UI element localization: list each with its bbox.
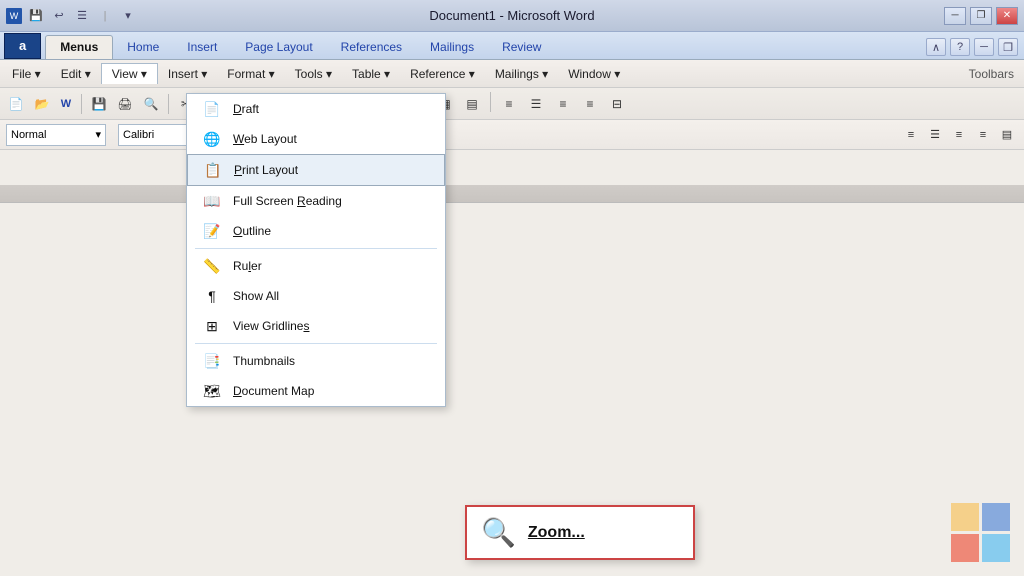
zoom-popup[interactable]: 🔍 Zoom... bbox=[465, 505, 695, 560]
window-title: Document1 - Microsoft Word bbox=[429, 8, 594, 23]
view-menu-web-layout[interactable]: 🌐 Web Layout bbox=[187, 124, 445, 154]
word-icon-toolbar: W bbox=[56, 92, 76, 116]
justify-btn[interactable]: ≡ bbox=[578, 92, 602, 116]
save-btn[interactable]: 💾 bbox=[87, 92, 111, 116]
outline-icon: 📝 bbox=[201, 222, 223, 240]
new-btn[interactable]: 📄 bbox=[4, 92, 28, 116]
document-map-icon: 🗺 bbox=[201, 382, 223, 400]
restore-button[interactable]: ❐ bbox=[970, 7, 992, 25]
view-menu-document-map[interactable]: 🗺 Document Map bbox=[187, 376, 445, 406]
window-controls: ─ ❐ ✕ bbox=[944, 7, 1018, 25]
ruler-icon: 📏 bbox=[201, 257, 223, 275]
menu-edit[interactable]: Edit ▾ bbox=[51, 63, 101, 85]
bullets-quick-btn[interactable]: ☰ bbox=[72, 7, 92, 25]
classic-menu-bar: File ▾ Edit ▾ View ▾ Insert ▾ Format ▾ T… bbox=[0, 60, 1024, 88]
ribbon-tabs: a Menus Home Insert Page Layout Referenc… bbox=[0, 32, 1024, 60]
thumbnails-icon: 📑 bbox=[201, 352, 223, 370]
ribbon-tab-home[interactable]: Home bbox=[113, 36, 173, 59]
ribbon-tab-review[interactable]: Review bbox=[488, 36, 555, 59]
align-right-format[interactable]: ≡ bbox=[948, 124, 970, 146]
special-format[interactable]: ▤ bbox=[996, 124, 1018, 146]
sep5 bbox=[490, 92, 491, 112]
undo-quick-btn[interactable]: ↩ bbox=[49, 7, 69, 25]
view-menu-full-screen[interactable]: 📖 Full Screen Reading bbox=[187, 186, 445, 216]
menu-sep-1 bbox=[195, 248, 437, 249]
ruler bbox=[0, 185, 1024, 203]
preview-btn[interactable]: 🔍 bbox=[139, 92, 163, 116]
ribbon-tab-page-layout[interactable]: Page Layout bbox=[231, 36, 326, 59]
full-screen-icon: 📖 bbox=[201, 192, 223, 210]
justify-format[interactable]: ≡ bbox=[972, 124, 994, 146]
menu-format[interactable]: Format ▾ bbox=[217, 63, 284, 85]
align-center-format[interactable]: ☰ bbox=[924, 124, 946, 146]
ribbon-tab-mailings[interactable]: Mailings bbox=[416, 36, 488, 59]
view-menu-ruler[interactable]: 📏 Ruler bbox=[187, 251, 445, 281]
close-button[interactable]: ✕ bbox=[996, 7, 1018, 25]
restore-ribbon-btn[interactable]: ❐ bbox=[998, 38, 1018, 56]
expand-ribbon-btn[interactable]: ∧ bbox=[926, 38, 946, 56]
help-btn[interactable]: ? bbox=[950, 38, 970, 56]
menu-mailings[interactable]: Mailings ▾ bbox=[485, 63, 558, 85]
menu-window[interactable]: Window ▾ bbox=[558, 63, 630, 85]
swatch-yellow bbox=[951, 503, 979, 531]
web-layout-icon: 🌐 bbox=[201, 130, 223, 148]
title-bar-left: W 💾 ↩ ☰ | ▾ bbox=[6, 7, 138, 25]
ribbon-tab-menus[interactable]: Menus bbox=[45, 35, 113, 59]
align-right-btn[interactable]: ≡ bbox=[551, 92, 575, 116]
view-menu-show-all[interactable]: ¶ Show All bbox=[187, 281, 445, 311]
ribbon-tab-special[interactable]: a bbox=[4, 33, 41, 59]
style-dropdown[interactable]: Normal ▾ bbox=[6, 124, 106, 146]
separator-quick: | bbox=[95, 7, 115, 25]
customizer-quick-btn[interactable]: ▾ bbox=[118, 7, 138, 25]
menu-reference[interactable]: Reference ▾ bbox=[400, 63, 485, 85]
swatch-lightblue bbox=[982, 534, 1010, 562]
menu-view[interactable]: View ▾ bbox=[101, 63, 158, 84]
toolbar-area: 📄 📂 W 💾 🖨 🔍 ✂ 📋 📎 ↩ ↩ ↪ 🌐 🔗 ⊞ ▦ ▤ ≡ ☰ ≡ … bbox=[0, 88, 1024, 120]
view-menu-outline[interactable]: 📝 Outline bbox=[187, 216, 445, 246]
format-bar: Normal ▾ Calibri ▾ | x₂ x² A A Aa▾ A▾ ⬛▾… bbox=[0, 120, 1024, 150]
align-left-format[interactable]: ≡ bbox=[900, 124, 922, 146]
align-center-btn[interactable]: ☰ bbox=[524, 92, 548, 116]
minimize-button[interactable]: ─ bbox=[944, 7, 966, 25]
sep2 bbox=[168, 94, 169, 114]
indent-btn[interactable]: ⊟ bbox=[605, 92, 629, 116]
paragraph-align-toolbar: ≡ ☰ ≡ ≡ ▤ bbox=[900, 124, 1018, 146]
minimize-ribbon-btn[interactable]: ─ bbox=[974, 38, 994, 56]
color-swatches bbox=[951, 503, 1010, 562]
zoom-label: Zoom... bbox=[528, 524, 585, 542]
word-icon: W bbox=[6, 8, 22, 24]
view-menu-print-layout[interactable]: 📋 Print Layout bbox=[187, 154, 445, 186]
ribbon-tab-references[interactable]: References bbox=[327, 36, 416, 59]
gridlines-icon: ⊞ bbox=[201, 317, 223, 335]
ribbon-tab-insert[interactable]: Insert bbox=[173, 36, 231, 59]
sep1 bbox=[81, 94, 82, 114]
title-bar: W 💾 ↩ ☰ | ▾ Document1 - Microsoft Word ─… bbox=[0, 0, 1024, 32]
view-menu-draft[interactable]: 📄 Draft bbox=[187, 94, 445, 124]
view-dropdown-menu: 📄 Draft 🌐 Web Layout 📋 Print Layout 📖 Fu… bbox=[186, 93, 446, 407]
menu-tools[interactable]: Tools ▾ bbox=[285, 63, 342, 85]
ribbon-right-buttons: ∧ ? ─ ❐ bbox=[926, 38, 1024, 59]
open-btn[interactable]: 📂 bbox=[30, 92, 54, 116]
zoom-icon: 🔍 bbox=[481, 516, 516, 549]
view-menu-thumbnails[interactable]: 📑 Thumbnails bbox=[187, 346, 445, 376]
quick-access-toolbar: 💾 ↩ ☰ | ▾ bbox=[26, 7, 138, 25]
print-layout-icon: 📋 bbox=[202, 161, 224, 179]
menu-insert[interactable]: Insert ▾ bbox=[158, 63, 217, 85]
toolbars-label: Toolbars bbox=[969, 67, 1024, 81]
save-quick-btn[interactable]: 💾 bbox=[26, 7, 46, 25]
menu-file[interactable]: File ▾ bbox=[2, 63, 51, 85]
show-all-icon: ¶ bbox=[201, 287, 223, 305]
view-menu-gridlines[interactable]: ⊞ View Gridlines bbox=[187, 311, 445, 341]
table3-btn[interactable]: ▤ bbox=[460, 92, 484, 116]
print-btn[interactable]: 🖨 bbox=[113, 92, 137, 116]
swatch-blue bbox=[982, 503, 1010, 531]
menu-sep-2 bbox=[195, 343, 437, 344]
align-left-btn[interactable]: ≡ bbox=[497, 92, 521, 116]
menu-table[interactable]: Table ▾ bbox=[342, 63, 400, 85]
draft-icon: 📄 bbox=[201, 100, 223, 118]
swatch-red bbox=[951, 534, 979, 562]
